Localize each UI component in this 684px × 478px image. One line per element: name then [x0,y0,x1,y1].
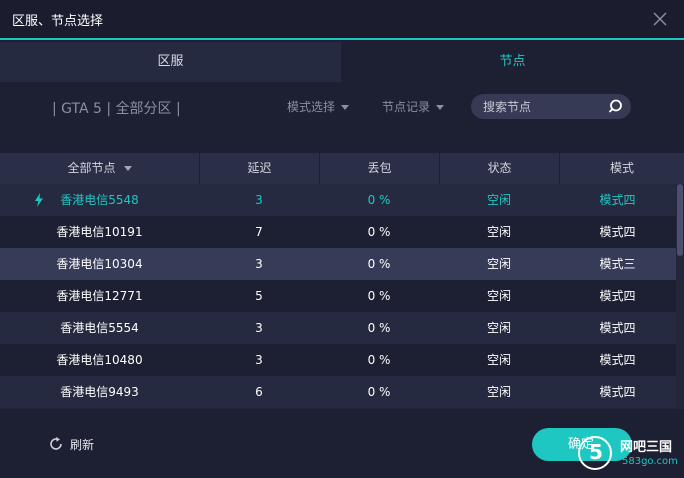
table-row[interactable]: 香港电信10191 7 0 % 空闲 模式四 [0,216,676,248]
watermark-sub: 583go.com [622,456,678,467]
cell-status: 空闲 [486,257,511,271]
tab-node[interactable]: 节点 [341,42,684,82]
cell-mode: 模式四 [599,385,636,399]
cell-loss: 0 % [367,353,391,367]
mode-select-label: 模式选择 [287,100,336,114]
scrollbar[interactable] [676,184,684,408]
cell-mode: 模式四 [599,353,636,367]
cell-status: 空闲 [486,321,511,335]
scrollbar-thumb[interactable] [677,184,683,256]
cell-loss: 0 % [367,321,391,335]
window-title: 区服、节点选择 [12,14,104,29]
cell-loss: 0 % [367,193,391,207]
cell-status: 空闲 [486,289,511,303]
cell-latency: 7 [255,225,263,239]
tab-bar: 区服 节点 [0,42,684,82]
cell-node: 香港电信12771 [56,289,143,303]
header-loss: 丢包 [319,153,439,184]
cell-latency: 3 [255,257,263,271]
cell-status: 空闲 [486,193,511,207]
watermark-glyph: 5 [589,440,603,464]
watermark-text: 网吧三国 [620,440,673,455]
mode-select-dropdown[interactable]: 模式选择 [287,98,350,115]
refresh-label: 刷新 [70,438,95,452]
search-input[interactable] [483,97,603,116]
table-row[interactable]: 香港电信5554 3 0 % 空闲 模式四 [0,312,676,344]
cell-node: 香港电信5548 [60,193,139,207]
cell-loss: 0 % [367,225,391,239]
watermark-circle: 5 [578,436,612,470]
cell-node: 香港电信10304 [56,257,143,271]
cell-loss: 0 % [367,257,391,271]
caret-down-icon [341,105,350,110]
cell-latency: 3 [255,353,263,367]
table-row[interactable]: 香港电信12771 5 0 % 空闲 模式四 [0,280,676,312]
cell-mode: 模式四 [599,289,636,303]
table-row[interactable]: 香港电信9493 6 0 % 空闲 模式四 [0,376,676,408]
cell-mode: 模式四 [599,225,636,239]
cell-node: 香港电信10480 [56,353,143,367]
cell-status: 空闲 [486,225,511,239]
cell-mode: 模式三 [599,257,636,271]
table-row[interactable]: 香港电信10304 3 0 % 空闲 模式三 [0,248,676,280]
game-info: | GTA 5 | 全部分区 | [52,101,181,117]
table-row[interactable]: 香港电信10480 3 0 % 空闲 模式四 [0,344,676,376]
cell-latency: 5 [255,289,263,303]
caret-down-icon [123,166,132,171]
cell-mode: 模式四 [599,193,636,207]
cell-status: 空闲 [486,385,511,399]
cell-node: 香港电信10191 [56,225,143,239]
cell-node: 香港电信9493 [60,385,139,399]
node-history-dropdown[interactable]: 节点记录 [382,98,445,115]
table-row[interactable]: 香港电信5548 3 0 % 空闲 模式四 [0,184,676,216]
search-box [471,94,631,119]
header-latency: 延迟 [199,153,319,184]
title-bar: 区服、节点选择 [0,0,684,40]
header-mode: 模式 [559,153,684,184]
node-history-label: 节点记录 [382,100,431,114]
cell-latency: 3 [255,193,263,207]
watermark-logo: 5 网吧三国 583go.com [578,432,682,472]
cell-latency: 6 [255,385,263,399]
cell-latency: 3 [255,321,263,335]
refresh-icon [50,437,62,450]
node-list: 香港电信5548 3 0 % 空闲 模式四 香港电信10191 7 0 % 空闲 模式四 香港电信1… [0,184,676,408]
cell-status: 空闲 [486,353,511,367]
table-header: 全部节点 延迟 丢包 状态 模式 [0,153,684,184]
header-node-label: 全部节点 [67,161,116,175]
cell-loss: 0 % [367,385,391,399]
search-icon[interactable] [608,98,625,115]
close-icon[interactable] [650,9,670,29]
divider [0,408,684,409]
cell-node: 香港电信5554 [60,321,139,335]
cell-mode: 模式四 [599,321,636,335]
header-node[interactable]: 全部节点 [0,153,199,184]
tab-server[interactable]: 区服 [0,42,341,82]
header-status: 状态 [439,153,559,184]
caret-down-icon [436,105,445,110]
cell-loss: 0 % [367,289,391,303]
